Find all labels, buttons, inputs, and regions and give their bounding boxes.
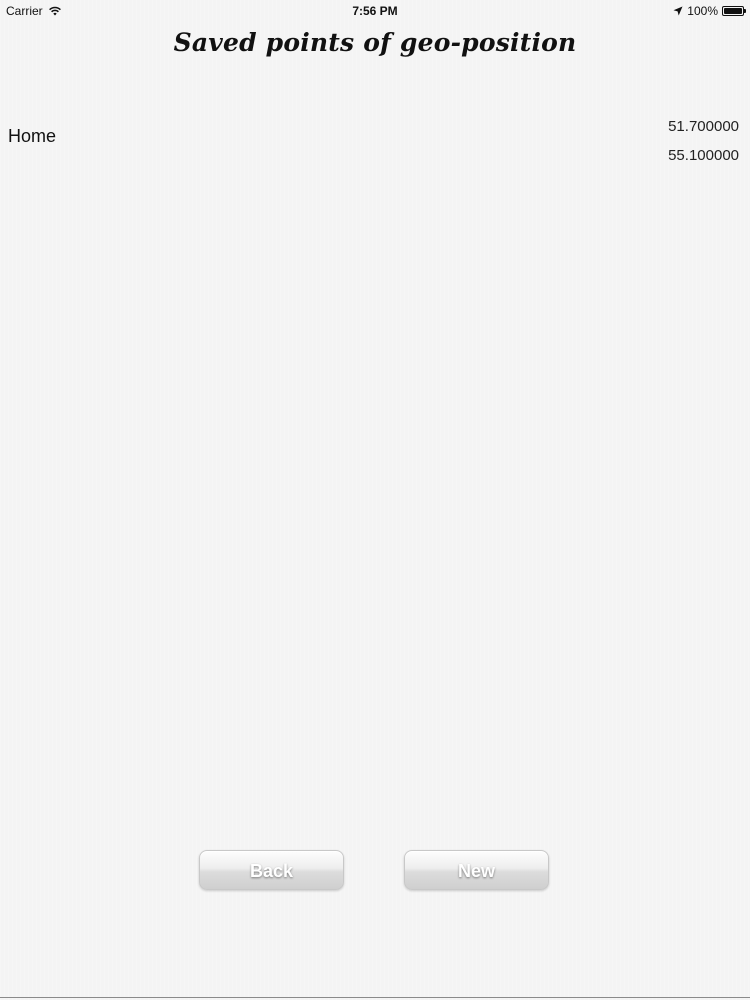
point-coordinate-2: 55.100000 [668,147,739,164]
point-coordinates: 51.700000 55.100000 [668,112,739,170]
location-arrow-icon [673,6,683,16]
battery-icon [722,6,746,16]
screen: Carrier 7:56 PM 100% Saved points of geo… [0,0,750,1000]
status-time: 7:56 PM [352,4,398,18]
back-button[interactable]: Back [199,850,344,890]
battery-percent: 100% [687,4,718,18]
status-right: 100% [673,4,746,18]
saved-point-row[interactable]: Home 51.700000 55.100000 [0,108,750,164]
page-title: Saved points of geo-position [173,28,577,57]
status-bar: Carrier 7:56 PM 100% [0,0,750,22]
new-button[interactable]: New [404,850,549,890]
bottom-divider [0,997,750,998]
battery-fill [724,8,742,14]
point-coordinate-1: 51.700000 [668,118,739,135]
point-name: Home [8,126,57,146]
